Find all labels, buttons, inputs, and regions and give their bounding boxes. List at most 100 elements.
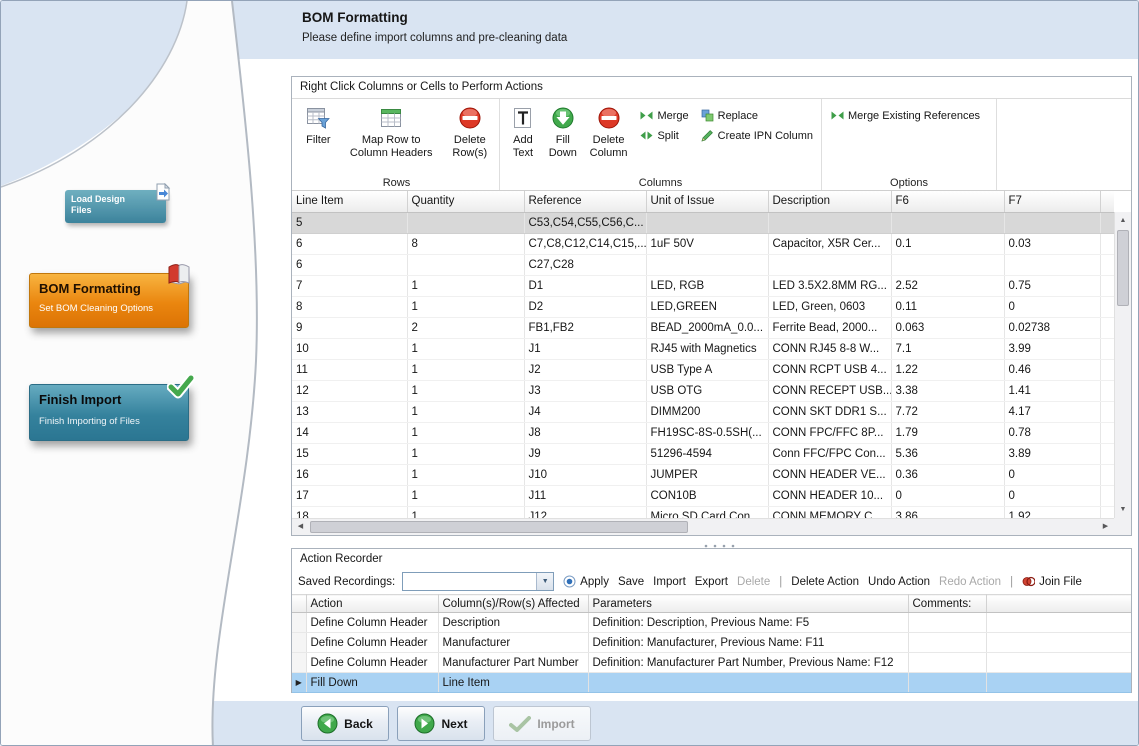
grid-cell[interactable]: 1: [407, 380, 524, 401]
wizard-step-bom-formatting[interactable]: BOM Formatting Set BOM Cleaning Options: [29, 273, 189, 328]
grid-cell[interactable]: Define Column Header: [306, 633, 438, 653]
grid-cell[interactable]: 0: [891, 485, 1004, 506]
export-recording-button[interactable]: Export: [695, 576, 728, 588]
grid-cell[interactable]: [908, 653, 986, 673]
grid-cell[interactable]: FH19SC-8S-0.5SH(...: [646, 422, 768, 443]
grid-cell[interactable]: CONN SKT DDR1 S...: [768, 401, 891, 422]
grid-cell[interactable]: Ferrite Bead, 2000...: [768, 317, 891, 338]
grid-cell[interactable]: 3.38: [891, 380, 1004, 401]
grid-cell[interactable]: Line Item: [438, 673, 588, 693]
grid-cell[interactable]: J11: [524, 485, 646, 506]
grid-cell[interactable]: LED,GREEN: [646, 296, 768, 317]
grid-cell[interactable]: 0.063: [891, 317, 1004, 338]
replace-button[interactable]: Replace: [701, 109, 813, 122]
import-recording-button[interactable]: Import: [653, 576, 686, 588]
grid-cell[interactable]: 4.17: [1004, 401, 1100, 422]
grid-cell[interactable]: 2.52: [891, 275, 1004, 296]
grid-cell[interactable]: Define Column Header: [306, 653, 438, 673]
grid-cell[interactable]: 17: [292, 485, 407, 506]
grid-cell[interactable]: 11: [292, 359, 407, 380]
grid-cell[interactable]: RJ45 with Magnetics: [646, 338, 768, 359]
table-row[interactable]: 131J4DIMM200CONN SKT DDR1 S...7.724.17: [292, 401, 1114, 422]
grid-cell[interactable]: D1: [524, 275, 646, 296]
grid-cell[interactable]: 1: [407, 401, 524, 422]
table-row[interactable]: 5 C53,C54,C55,C56,C...: [292, 212, 1114, 233]
table-row[interactable]: Define Column HeaderDescriptionDefinitio…: [292, 613, 1131, 633]
grid-cell[interactable]: 9: [292, 317, 407, 338]
column-header[interactable]: Line Item: [292, 191, 407, 212]
grid-cell[interactable]: 3.89: [1004, 443, 1100, 464]
horizontal-scrollbar[interactable]: ◀ ▶: [292, 518, 1114, 535]
grid-cell[interactable]: 51296-4594: [646, 443, 768, 464]
table-row[interactable]: 81D2LED,GREENLED, Green, 06030.110: [292, 296, 1114, 317]
merge-button[interactable]: Merge: [640, 109, 688, 122]
delete-column-button[interactable]: Delete Column: [583, 102, 635, 164]
apply-button[interactable]: Apply: [563, 575, 609, 588]
fill-down-button[interactable]: Fill Down: [543, 102, 583, 164]
grid-cell[interactable]: 1: [407, 359, 524, 380]
grid-cell[interactable]: 0.75: [1004, 275, 1100, 296]
grid-cell[interactable]: Define Column Header: [306, 613, 438, 633]
grid-cell[interactable]: Manufacturer: [438, 633, 588, 653]
table-row[interactable]: 111J2USB Type ACONN RCPT USB 4...1.220.4…: [292, 359, 1114, 380]
grid-cell[interactable]: 0.46: [1004, 359, 1100, 380]
grid-cell[interactable]: LED 3.5X2.8MM RG...: [768, 275, 891, 296]
next-button[interactable]: Next: [397, 706, 485, 741]
grid-cell[interactable]: [407, 212, 524, 233]
grid-cell[interactable]: 8: [292, 296, 407, 317]
grid-cell[interactable]: 0: [1004, 485, 1100, 506]
grid-cell[interactable]: 12: [292, 380, 407, 401]
column-header[interactable]: Description: [768, 191, 891, 212]
column-header[interactable]: Quantity: [407, 191, 524, 212]
grid-cell[interactable]: J4: [524, 401, 646, 422]
grid-cell[interactable]: 1.22: [891, 359, 1004, 380]
scroll-left-button[interactable]: ◀: [292, 519, 309, 535]
grid-cell[interactable]: CONN RECEPT USB...: [768, 380, 891, 401]
grid-cell[interactable]: [908, 673, 986, 693]
grid-cell[interactable]: J9: [524, 443, 646, 464]
table-row[interactable]: 6C27,C28: [292, 254, 1114, 275]
grid-cell[interactable]: LED, Green, 0603: [768, 296, 891, 317]
grid-cell[interactable]: J3: [524, 380, 646, 401]
grid-cell[interactable]: J8: [524, 422, 646, 443]
table-row[interactable]: 68C7,C8,C12,C14,C15,...1uF 50VCapacitor,…: [292, 233, 1114, 254]
table-row[interactable]: 101J1RJ45 with MagneticsCONN RJ45 8-8 W.…: [292, 338, 1114, 359]
map-row-to-column-headers-button[interactable]: Map Row to Column Headers: [340, 102, 443, 164]
grid-cell[interactable]: 1.79: [891, 422, 1004, 443]
grid-cell[interactable]: 10: [292, 338, 407, 359]
grid-cell[interactable]: 0.78: [1004, 422, 1100, 443]
grid-cell[interactable]: [1004, 212, 1100, 233]
panel-splitter-grip[interactable]: [699, 538, 741, 546]
merge-existing-references-button[interactable]: Merge Existing References: [831, 109, 980, 122]
grid-cell[interactable]: [908, 633, 986, 653]
add-text-button[interactable]: Add Text: [503, 102, 543, 164]
column-header[interactable]: Comments:: [908, 595, 986, 613]
grid-cell[interactable]: Manufacturer Part Number: [438, 653, 588, 673]
table-row[interactable]: 92FB1,FB2BEAD_2000mA_0.0...Ferrite Bead,…: [292, 317, 1114, 338]
grid-cell[interactable]: Definition: Manufacturer Part Number, Pr…: [588, 653, 908, 673]
grid-cell[interactable]: LED, RGB: [646, 275, 768, 296]
grid-cell[interactable]: 0.1: [891, 233, 1004, 254]
grid-cell[interactable]: [768, 212, 891, 233]
grid-cell[interactable]: CONN HEADER VE...: [768, 464, 891, 485]
grid-cell[interactable]: [891, 212, 1004, 233]
grid-cell[interactable]: C53,C54,C55,C56,C...: [524, 212, 646, 233]
grid-cell[interactable]: 5: [292, 212, 407, 233]
grid-cell[interactable]: [891, 254, 1004, 275]
filter-button[interactable]: Filter: [297, 102, 340, 151]
grid-cell[interactable]: 1uF 50V: [646, 233, 768, 254]
grid-cell[interactable]: [646, 212, 768, 233]
scroll-right-button[interactable]: ▶: [1097, 519, 1114, 535]
grid-cell[interactable]: 0.03: [1004, 233, 1100, 254]
grid-cell[interactable]: C7,C8,C12,C14,C15,...: [524, 233, 646, 254]
grid-cell[interactable]: 5.36: [891, 443, 1004, 464]
saved-recordings-select[interactable]: ▼: [402, 572, 554, 591]
delete-action-button[interactable]: Delete Action: [791, 576, 859, 588]
grid-cell[interactable]: USB Type A: [646, 359, 768, 380]
table-row[interactable]: 71D1LED, RGBLED 3.5X2.8MM RG...2.520.75: [292, 275, 1114, 296]
grid-cell[interactable]: C27,C28: [524, 254, 646, 275]
grid-cell[interactable]: CONN HEADER 10...: [768, 485, 891, 506]
grid-cell[interactable]: 1: [407, 338, 524, 359]
split-button[interactable]: Split: [640, 129, 688, 142]
table-row[interactable]: 121J3USB OTGCONN RECEPT USB...3.381.41: [292, 380, 1114, 401]
